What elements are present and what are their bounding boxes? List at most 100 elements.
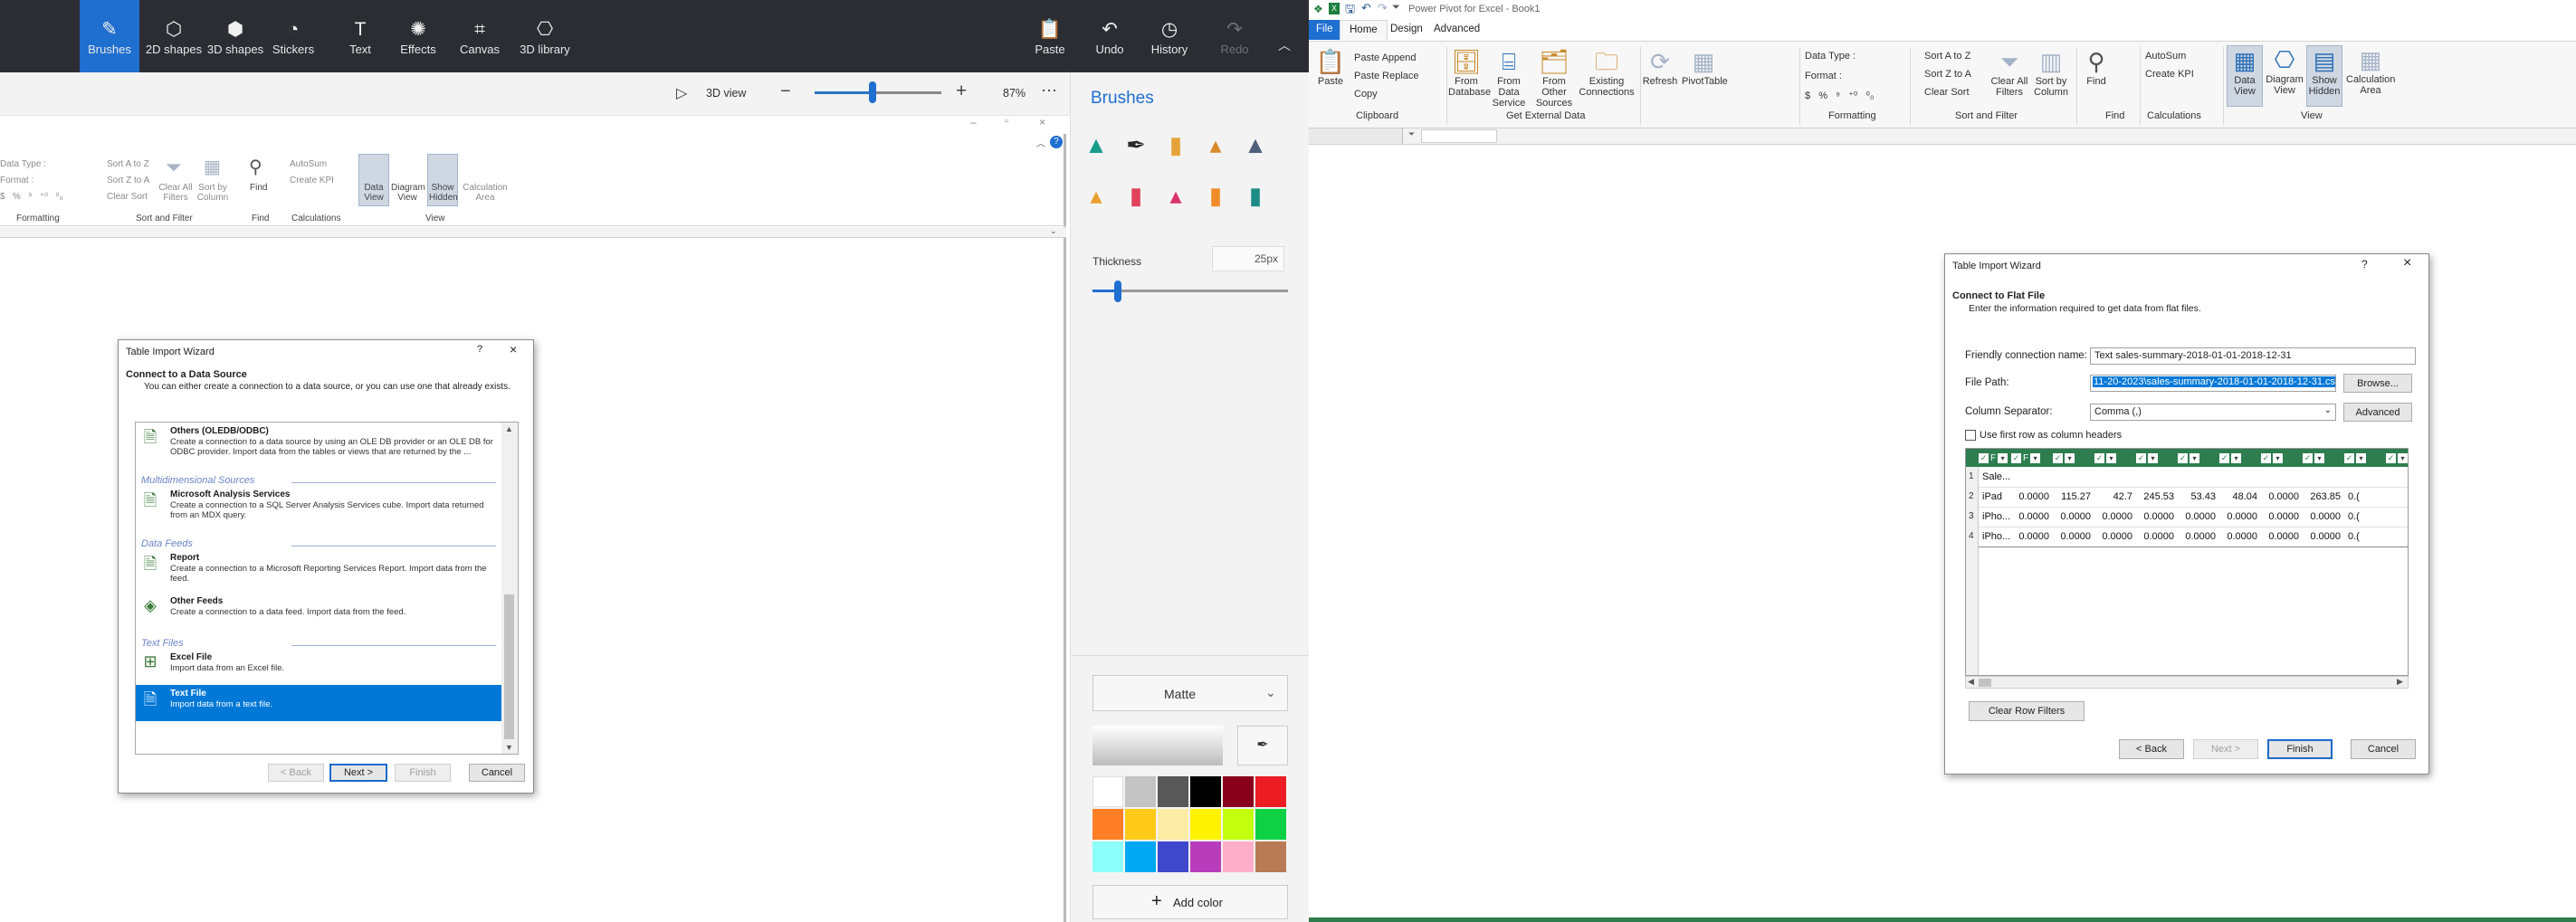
palette-swatch[interactable] bbox=[1092, 841, 1123, 872]
brush-tool-6-icon[interactable]: ▴ bbox=[1080, 177, 1112, 214]
palette-swatch[interactable] bbox=[1092, 776, 1123, 807]
column-filter-dropdown-icon[interactable]: ▾ bbox=[2314, 452, 2324, 463]
wizard1-next-button[interactable]: Next > bbox=[329, 764, 387, 782]
cell-value[interactable]: 0.( bbox=[2344, 491, 2386, 502]
excel-icon[interactable]: X bbox=[1329, 3, 1340, 14]
thickness-slider-track[interactable] bbox=[1092, 290, 1288, 292]
more-icon[interactable]: ⋯ bbox=[1041, 81, 1057, 100]
tool-3d-library[interactable]: ⎔ 3D library bbox=[516, 0, 574, 72]
inner-clear-all-filters[interactable]: Clear All Filters bbox=[157, 183, 195, 203]
show-hidden-button[interactable]: ▤ Show Hidden bbox=[2306, 45, 2342, 107]
column-header[interactable]: ✓ F ▾ bbox=[1979, 451, 2008, 465]
from-other-sources-button[interactable]: 🗂 From Other Sources bbox=[1533, 47, 1575, 109]
palette-swatch[interactable] bbox=[1255, 809, 1286, 840]
first-row-headers-label[interactable]: Use first row as column headers bbox=[1980, 430, 2122, 441]
cell-value[interactable]: 115.27 bbox=[2053, 491, 2094, 502]
wizard1-finish-button[interactable]: Finish bbox=[395, 764, 451, 782]
action-undo[interactable]: ↶ Undo bbox=[1084, 0, 1135, 72]
palette-swatch[interactable] bbox=[1158, 841, 1188, 872]
column-header[interactable]: ✓ F ▾ bbox=[2011, 451, 2041, 465]
scroll-down-icon[interactable]: ▼ bbox=[505, 743, 513, 752]
inner-find-icon[interactable]: ⚲ bbox=[249, 156, 262, 178]
palette-swatch[interactable] bbox=[1125, 841, 1156, 872]
from-data-service-button[interactable]: ⌸ From Data Service bbox=[1488, 47, 1530, 109]
file-path-input[interactable]: 11-20-2023\sales-summary-2018-01-01-2018… bbox=[2090, 375, 2336, 392]
thickness-slider-handle[interactable] bbox=[1114, 280, 1121, 302]
brush-tool-7-icon[interactable]: ▮ bbox=[1120, 177, 1152, 214]
tool-canvas[interactable]: ⌗ Canvas bbox=[451, 0, 509, 72]
column-filter-dropdown-icon[interactable]: ▾ bbox=[2030, 452, 2041, 463]
copy[interactable]: Copy bbox=[1354, 89, 1378, 100]
thickness-value[interactable]: 25px bbox=[1212, 246, 1284, 271]
column-header[interactable]: ✓ ▾ bbox=[2094, 451, 2116, 465]
scroll-left-icon[interactable]: ◀ bbox=[1968, 677, 1974, 687]
column-header[interactable]: ✓ ▾ bbox=[2053, 451, 2075, 465]
create-kpi[interactable]: Create KPI bbox=[2145, 69, 2194, 80]
column-filter-dropdown-icon[interactable]: ▾ bbox=[2356, 452, 2366, 463]
inner-filter-icon[interactable]: ⏷ bbox=[166, 156, 182, 179]
inner-formula-expand-icon[interactable]: ⌄ bbox=[1050, 226, 1057, 236]
inner-datatype[interactable]: Data Type : bbox=[0, 159, 46, 169]
clear-row-filters-button[interactable]: Clear Row Filters bbox=[1969, 701, 2085, 721]
eyedropper-button[interactable]: ✒ bbox=[1237, 726, 1288, 765]
calculation-area-button[interactable]: ▦ Calculation Area bbox=[2346, 45, 2395, 96]
brush-tool-10-icon[interactable]: ▮ bbox=[1239, 177, 1272, 214]
collapse-toolbar-icon[interactable]: ︿ bbox=[1278, 36, 1291, 54]
cell-value[interactable]: 0.0000 bbox=[2011, 511, 2053, 522]
column-header[interactable]: ✓ ▾ bbox=[2386, 451, 2408, 465]
wizard1-cancel-button[interactable]: Cancel bbox=[469, 764, 525, 782]
inner-find[interactable]: Find bbox=[250, 183, 267, 193]
brush-tool-4-icon[interactable]: ▴ bbox=[1199, 127, 1232, 163]
data-view-button[interactable]: ▦ Data View bbox=[2227, 45, 2263, 107]
preview-hscrollbar[interactable]: ◀ ▶ bbox=[1965, 676, 2409, 689]
inner-autosum[interactable]: AutoSum bbox=[290, 159, 327, 169]
column-checkbox[interactable]: ✓ bbox=[2219, 452, 2229, 463]
view-3d-icon[interactable]: ▷ bbox=[676, 84, 687, 102]
palette-swatch[interactable] bbox=[1255, 776, 1286, 807]
scroll-thumb[interactable] bbox=[504, 594, 514, 739]
tab-advanced[interactable]: Advanced bbox=[1425, 20, 1489, 40]
inner-clear-sort[interactable]: Clear Sort bbox=[107, 192, 148, 202]
datasource-scrollbar[interactable]: ▲ ▼ bbox=[501, 423, 518, 754]
save-icon[interactable]: 🖫 bbox=[1345, 1, 1355, 21]
column-header[interactable]: ✓ ▾ bbox=[2136, 451, 2158, 465]
material-dropdown[interactable]: Matte ⌄ bbox=[1092, 675, 1288, 711]
action-history[interactable]: ◷ History bbox=[1144, 0, 1195, 72]
cell-value[interactable]: 42.7 bbox=[2094, 491, 2136, 502]
tool-3d-shapes[interactable]: ⬢ 3D shapes bbox=[206, 0, 264, 72]
find-button[interactable]: ⚲ Find bbox=[2080, 47, 2113, 87]
column-checkbox[interactable]: ✓ bbox=[2303, 452, 2313, 463]
format[interactable]: Format : bbox=[1805, 71, 1842, 81]
minimize-icon[interactable]: – bbox=[970, 116, 977, 128]
zoom-in-icon[interactable]: + bbox=[956, 81, 967, 102]
inner-sort-by-column[interactable]: Sort by Column bbox=[195, 183, 231, 203]
wizard2-close-icon[interactable]: × bbox=[2403, 255, 2411, 271]
brush-tool-9-icon[interactable]: ▮ bbox=[1199, 177, 1232, 214]
cell-value[interactable]: 0.0000 bbox=[2094, 531, 2136, 542]
inner-create-kpi[interactable]: Create KPI bbox=[290, 176, 334, 185]
cell-value[interactable]: 0.( bbox=[2344, 511, 2386, 522]
datasource-item[interactable]: 🗎 Microsoft Analysis Services Create a con… bbox=[136, 486, 501, 529]
cell-value[interactable]: 0.( bbox=[2344, 531, 2386, 542]
browse-button[interactable]: Browse... bbox=[2343, 374, 2412, 393]
tool-brushes[interactable]: ✎ Brushes bbox=[80, 0, 139, 72]
brush-tool-5-icon[interactable]: ▲ bbox=[1239, 127, 1272, 163]
inner-sort-az[interactable]: Sort A to Z bbox=[107, 159, 149, 169]
advanced-button[interactable]: Advanced bbox=[2343, 403, 2412, 422]
inner-sort-za[interactable]: Sort Z to A bbox=[107, 176, 149, 185]
brush-tool-2-icon[interactable]: ✒ bbox=[1120, 127, 1152, 163]
column-separator-select[interactable]: Comma (,) ⌄ bbox=[2090, 404, 2336, 421]
column-checkbox[interactable]: ✓ bbox=[2011, 452, 2021, 463]
data-type[interactable]: Data Type : bbox=[1805, 51, 1856, 62]
datasource-item[interactable]: 🗎 Text File Import data from a text file. bbox=[136, 685, 501, 721]
palette-swatch[interactable] bbox=[1158, 776, 1188, 807]
cell-value[interactable]: 0.0000 bbox=[2178, 511, 2219, 522]
formula-input[interactable] bbox=[1421, 129, 1497, 143]
datasource-item[interactable]: 🗎 Report Create a connection to a Microsof… bbox=[136, 549, 501, 593]
palette-swatch[interactable] bbox=[1223, 776, 1254, 807]
pivottable-button[interactable]: ▦ PivotTable bbox=[1682, 47, 1728, 87]
column-filter-dropdown-icon[interactable]: ▾ bbox=[1998, 452, 2008, 463]
column-checkbox[interactable]: ✓ bbox=[2261, 452, 2271, 463]
cell-value[interactable]: 0.0000 bbox=[2303, 511, 2344, 522]
wizard2-help-icon[interactable]: ? bbox=[2361, 258, 2368, 271]
